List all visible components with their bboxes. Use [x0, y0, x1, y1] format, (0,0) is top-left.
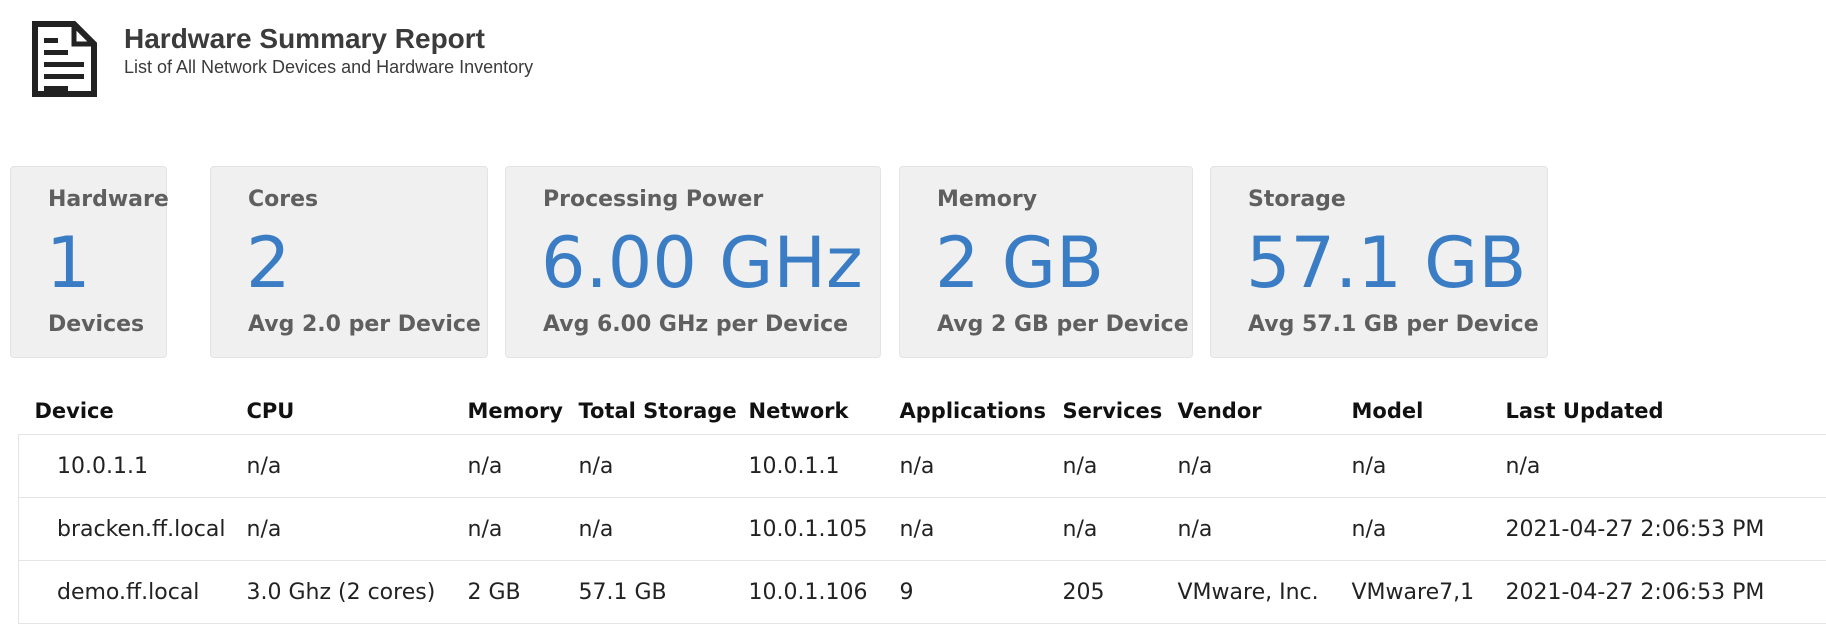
applications-cell: n/a — [899, 497, 1063, 561]
column-header-cpu[interactable]: CPU — [247, 388, 468, 435]
last-updated-cell: n/a — [1505, 434, 1826, 498]
card-subtext: Avg 57.1 GB per Device — [1248, 312, 1539, 337]
memory-cell: 2 GB — [467, 560, 579, 624]
applications-cell: n/a — [899, 434, 1063, 498]
column-header-last-updated[interactable]: Last Updated — [1506, 388, 1826, 435]
model-cell: VMware7,1 — [1351, 560, 1506, 624]
cores-card: Cores 2 Avg 2.0 per Device — [210, 166, 488, 358]
card-label: Processing Power — [543, 187, 764, 212]
total-storage-cell: n/a — [578, 434, 749, 498]
card-value: 2 GB — [935, 222, 1105, 304]
vendor-cell: VMware, Inc. — [1177, 560, 1352, 624]
column-header-total-storage[interactable]: Total Storage — [579, 388, 749, 435]
card-label: Storage — [1248, 187, 1346, 212]
card-value: 6.00 GHz — [541, 222, 863, 304]
applications-cell: 9 — [899, 560, 1063, 624]
memory-card: Memory 2 GB Avg 2 GB per Device — [899, 166, 1193, 358]
column-header-model[interactable]: Model — [1352, 388, 1506, 435]
column-header-network[interactable]: Network — [749, 388, 900, 435]
last-updated-cell: 2021-04-27 2:06:53 PM — [1505, 560, 1826, 624]
card-value: 1 — [46, 222, 91, 304]
cpu-cell: n/a — [246, 434, 468, 498]
card-label: Memory — [937, 187, 1038, 212]
processing-power-card: Processing Power 6.00 GHz Avg 6.00 GHz p… — [505, 166, 881, 358]
total-storage-cell: 57.1 GB — [578, 560, 749, 624]
card-subtext: Avg 2.0 per Device — [248, 312, 481, 337]
last-updated-cell: 2021-04-27 2:06:53 PM — [1505, 497, 1826, 561]
services-cell: n/a — [1062, 497, 1178, 561]
cpu-cell: 3.0 Ghz (2 cores) — [246, 560, 468, 624]
services-cell: 205 — [1062, 560, 1178, 624]
device-table-container: Device CPU Memory Total Storage Network … — [18, 388, 1826, 624]
vendor-cell: n/a — [1177, 497, 1352, 561]
memory-cell: n/a — [467, 497, 579, 561]
table-row[interactable]: bracken.ff.local n/a n/a n/a 10.0.1.105 … — [18, 497, 1826, 561]
services-cell: n/a — [1062, 434, 1178, 498]
table-row[interactable]: demo.ff.local 3.0 Ghz (2 cores) 2 GB 57.… — [18, 560, 1826, 624]
card-value: 2 — [246, 222, 291, 304]
device-cell[interactable]: bracken.ff.local — [18, 497, 247, 561]
hardware-card: Hardware 1 Devices — [10, 166, 169, 358]
column-header-vendor[interactable]: Vendor — [1178, 388, 1352, 435]
network-cell: 10.0.1.1 — [748, 434, 900, 498]
report-header: Hardware Summary Report List of All Netw… — [30, 20, 533, 100]
page-title: Hardware Summary Report — [124, 23, 486, 54]
device-cell[interactable]: 10.0.1.1 — [18, 434, 247, 498]
device-cell[interactable]: demo.ff.local — [18, 560, 247, 624]
document-icon — [32, 21, 97, 97]
device-table: Device CPU Memory Total Storage Network … — [18, 388, 1826, 624]
column-header-memory[interactable]: Memory — [468, 388, 579, 435]
vendor-cell: n/a — [1177, 434, 1352, 498]
card-subtext: Devices — [48, 312, 145, 337]
page-subtitle: List of All Network Devices and Hardware… — [124, 57, 534, 77]
column-header-services[interactable]: Services — [1063, 388, 1178, 435]
memory-cell: n/a — [467, 434, 579, 498]
cpu-cell: n/a — [246, 497, 468, 561]
model-cell: n/a — [1351, 497, 1506, 561]
card-subtext: Avg 2 GB per Device — [937, 312, 1189, 337]
total-storage-cell: n/a — [578, 497, 749, 561]
card-label: Hardware — [48, 187, 169, 212]
network-cell: 10.0.1.105 — [748, 497, 900, 561]
card-label: Cores — [248, 187, 319, 212]
storage-card: Storage 57.1 GB Avg 57.1 GB per Device — [1210, 166, 1548, 358]
card-value: 57.1 GB — [1246, 222, 1527, 304]
column-header-device[interactable]: Device — [19, 388, 247, 435]
model-cell: n/a — [1351, 434, 1506, 498]
network-cell: 10.0.1.106 — [748, 560, 900, 624]
card-subtext: Avg 6.00 GHz per Device — [543, 312, 849, 337]
column-header-applications[interactable]: Applications — [900, 388, 1063, 435]
table-row[interactable]: 10.0.1.1 n/a n/a n/a 10.0.1.1 n/a n/a n/… — [18, 434, 1826, 498]
table-header-row: Device CPU Memory Total Storage Network … — [19, 388, 1826, 435]
